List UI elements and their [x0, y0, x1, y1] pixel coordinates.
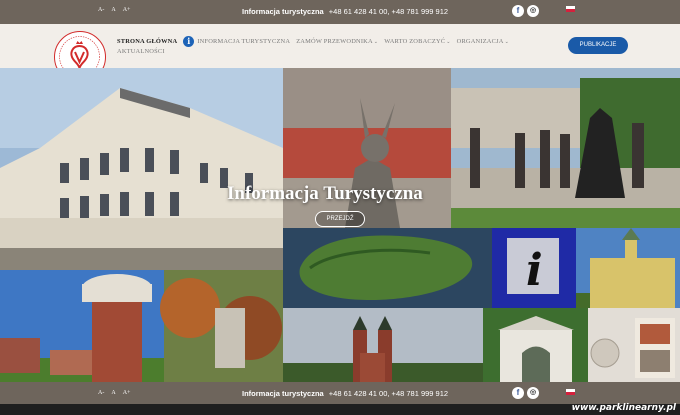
- font-increase-button[interactable]: A+: [123, 7, 131, 13]
- contact-phones[interactable]: +48 61 428 41 00, +48 781 999 912: [329, 389, 448, 398]
- photo-water-tower[interactable]: [0, 270, 164, 382]
- nav-item-info-label: INFORMACJA TURYSTYCZNA: [197, 38, 291, 45]
- facebook-icon[interactable]: f: [512, 387, 524, 399]
- chevron-down-icon: ⌄: [446, 40, 451, 45]
- font-size-controls: A- A A+: [98, 7, 130, 13]
- font-size-controls: A- A A+: [98, 390, 130, 396]
- svg-text:i: i: [526, 245, 543, 296]
- contact-label: Informacja turystyczna: [242, 7, 324, 16]
- social-links: f ◎: [512, 5, 539, 17]
- social-links: f ◎: [512, 387, 539, 399]
- nav-item-info[interactable]: i INFORMACJA TURYSTYCZNA: [183, 36, 290, 47]
- font-decrease-button[interactable]: A-: [98, 390, 104, 396]
- watermark: www.parklinearny.pl: [571, 403, 676, 413]
- instagram-icon[interactable]: ◎: [527, 5, 539, 17]
- main-nav: STRONA GŁÓWNA i INFORMACJA TURYSTYCZNA Z…: [117, 36, 509, 47]
- instagram-icon[interactable]: ◎: [527, 387, 539, 399]
- photo-cathedral[interactable]: [283, 308, 483, 382]
- info-icon: i: [183, 36, 195, 47]
- nav-item-news[interactable]: AKTUALNOŚCI: [117, 48, 165, 55]
- photo-info-sign[interactable]: i: [492, 228, 576, 308]
- nav-item-sights[interactable]: WARTO ZOBACZYĆ⌄: [384, 38, 450, 45]
- photo-street[interactable]: [451, 68, 680, 228]
- language-flag-icon[interactable]: [566, 6, 575, 12]
- contact-info: Informacja turystyczna +48 61 428 41 00,…: [242, 7, 448, 16]
- publications-button[interactable]: PUBLIKACJE: [568, 37, 628, 54]
- photo-island[interactable]: [283, 228, 492, 308]
- nav-item-home[interactable]: STRONA GŁÓWNA: [117, 38, 177, 45]
- nav-item-sights-label: WARTO ZOBACZYĆ: [384, 38, 446, 45]
- hero-title: Informacja Turystyczna: [227, 183, 423, 204]
- nav-item-guide[interactable]: ZAMÓW PRZEWODNIKA⌄: [296, 38, 378, 45]
- photo-autumn[interactable]: [160, 270, 283, 382]
- hero-go-button[interactable]: PRZEJDŹ: [315, 211, 365, 227]
- bottom-bar: A- A A+ Informacja turystyczna +48 61 42…: [0, 382, 680, 404]
- nav-item-guide-label: ZAMÓW PRZEWODNIKA: [296, 38, 373, 45]
- facebook-icon[interactable]: f: [512, 5, 524, 17]
- top-bar: A- A A+ Informacja turystyczna +48 61 42…: [0, 0, 680, 24]
- contact-phones[interactable]: +48 61 428 41 00, +48 781 999 912: [329, 7, 448, 16]
- language-flag-icon[interactable]: [566, 389, 575, 395]
- photo-gate[interactable]: [483, 308, 588, 382]
- nav-item-org-label: ORGANIZACJA: [456, 38, 504, 45]
- nav-item-org[interactable]: ORGANIZACJA⌄: [457, 38, 509, 45]
- photo-church[interactable]: [576, 228, 680, 308]
- font-increase-button[interactable]: A+: [123, 390, 131, 396]
- chevron-down-icon: ⌄: [373, 40, 379, 45]
- contact-label: Informacja turystyczna: [242, 389, 324, 398]
- chevron-down-icon: ⌄: [504, 40, 509, 45]
- font-normal-button[interactable]: A: [111, 390, 115, 396]
- font-normal-button[interactable]: A: [111, 7, 115, 13]
- photo-building[interactable]: [0, 68, 283, 270]
- font-decrease-button[interactable]: A-: [98, 7, 104, 13]
- photo-exhibit[interactable]: [588, 308, 680, 382]
- contact-info: Informacja turystyczna +48 61 428 41 00,…: [242, 389, 448, 398]
